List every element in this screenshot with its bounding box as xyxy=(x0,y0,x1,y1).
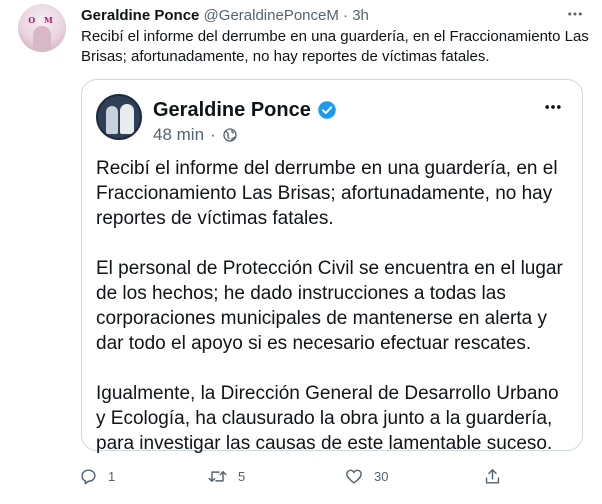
retweet-count: 5 xyxy=(238,468,246,484)
like-button[interactable]: 30 xyxy=(344,465,388,487)
retweet-button[interactable]: 5 xyxy=(207,465,245,487)
avatar-figure-right xyxy=(120,104,134,134)
quoted-meta-row: 48 min · xyxy=(153,124,238,146)
quoted-more-icon[interactable] xyxy=(540,96,566,118)
tweet-header: Geraldine Ponce @GeraldinePonceM · 3h xyxy=(81,6,578,26)
author-avatar[interactable]: O M xyxy=(18,4,66,52)
reply-icon xyxy=(81,468,96,484)
quoted-paragraph-1: Recibí el informe del derrumbe en una gu… xyxy=(96,158,558,229)
tweet-time[interactable]: 3h xyxy=(352,7,369,24)
avatar-figure-left xyxy=(106,106,118,134)
tweet-actions: 1 5 30 xyxy=(79,465,509,487)
share-button[interactable] xyxy=(483,465,502,487)
author-handle[interactable]: @GeraldinePonceM xyxy=(204,7,339,24)
share-icon xyxy=(485,468,500,484)
quoted-tweet[interactable]: Geraldine Ponce 48 min · Recibí el infor… xyxy=(81,79,583,454)
author-name[interactable]: Geraldine Ponce xyxy=(81,7,199,24)
quoted-author-name[interactable]: Geraldine Ponce xyxy=(153,98,311,122)
quoted-body: Recibí el informe del derrumbe en una gu… xyxy=(96,156,570,481)
more-icon[interactable] xyxy=(563,4,587,24)
quoted-paragraph-3: Igualmente, la Dirección General de Desa… xyxy=(96,383,559,454)
reply-count: 1 xyxy=(108,468,116,484)
header-separator: · xyxy=(343,7,349,24)
quoted-author-avatar[interactable] xyxy=(96,94,142,140)
like-count: 30 xyxy=(374,468,389,484)
verified-badge-icon xyxy=(318,101,336,119)
quoted-paragraph-2: El personal de Protección Civil se encue… xyxy=(96,258,563,354)
quoted-separator: · xyxy=(210,125,216,144)
avatar-figure xyxy=(33,26,51,52)
quoted-time[interactable]: 48 min xyxy=(153,124,204,146)
reply-button[interactable]: 1 xyxy=(79,465,115,487)
avatar-badge-text: O M xyxy=(28,15,56,25)
globe-icon xyxy=(223,128,237,142)
retweet-icon xyxy=(208,470,227,482)
quoted-author-name-row: Geraldine Ponce xyxy=(153,98,337,122)
like-icon xyxy=(346,469,362,484)
tweet-text: Recibí el informe del derrumbe en una gu… xyxy=(81,28,589,65)
